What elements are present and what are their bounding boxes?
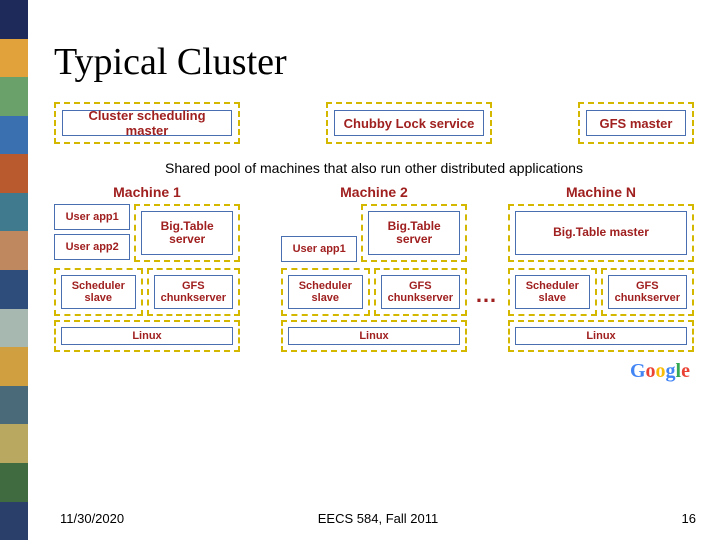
machine-1-apps: User app1 User app2 Big.Table server <box>54 204 240 262</box>
gfs-chunkserver-box: GFS chunkserver <box>381 275 460 309</box>
machine-n: Machine N Big.Table master Scheduler sla… <box>508 184 694 352</box>
machine-1-label: Machine 1 <box>113 184 181 200</box>
master-services-row: Cluster scheduling master Chubby Lock se… <box>54 102 694 144</box>
gfs-master-group: GFS master <box>578 102 694 144</box>
shared-pool-caption: Shared pool of machines that also run ot… <box>54 160 694 176</box>
machines-row: Machine 1 User app1 User app2 Big.Table … <box>54 184 694 352</box>
user-app1-box: User app1 <box>281 236 357 262</box>
cluster-diagram: Cluster scheduling master Chubby Lock se… <box>54 102 694 383</box>
machine-n-apps: Big.Table master <box>508 204 694 262</box>
cluster-scheduling-master-box: Cluster scheduling master <box>62 110 232 136</box>
left-accent-stripes <box>0 0 28 540</box>
gfs-chunkserver-box: GFS chunkserver <box>608 275 687 309</box>
cluster-scheduler-group: Cluster scheduling master <box>54 102 240 144</box>
chubby-group: Chubby Lock service <box>326 102 492 144</box>
google-logo: Google <box>630 360 690 383</box>
bigtable-server-box: Big.Table server <box>141 211 233 255</box>
linux-box: Linux <box>61 327 233 345</box>
machine-2: Machine 2 User app1 Big.Table server Sch… <box>281 184 467 352</box>
user-app1-box: User app1 <box>54 204 130 230</box>
slide-title: Typical Cluster <box>54 40 694 84</box>
machine-2-label: Machine 2 <box>340 184 408 200</box>
linux-box: Linux <box>288 327 460 345</box>
machine-1: Machine 1 User app1 User app2 Big.Table … <box>54 184 240 352</box>
scheduler-slave-box: Scheduler slave <box>515 275 590 309</box>
logo-row: Google <box>54 360 694 383</box>
gfs-master-box: GFS master <box>586 110 686 136</box>
slide-footer: 11/30/2020 EECS 584, Fall 2011 16 <box>60 511 696 526</box>
user-app2-box: User app2 <box>54 234 130 260</box>
bigtable-master-box: Big.Table master <box>515 211 687 255</box>
footer-course: EECS 584, Fall 2011 <box>60 511 696 526</box>
scheduler-slave-box: Scheduler slave <box>288 275 363 309</box>
linux-box: Linux <box>515 327 687 345</box>
ellipsis: … <box>475 282 498 308</box>
chubby-lock-service-box: Chubby Lock service <box>334 110 484 136</box>
machine-2-apps: User app1 Big.Table server <box>281 204 467 262</box>
machine-n-label: Machine N <box>566 184 636 200</box>
content-area: Typical Cluster Cluster scheduling maste… <box>28 0 720 540</box>
bigtable-server-box: Big.Table server <box>368 211 460 255</box>
gfs-chunkserver-box: GFS chunkserver <box>154 275 233 309</box>
slide: Typical Cluster Cluster scheduling maste… <box>0 0 720 540</box>
scheduler-slave-box: Scheduler slave <box>61 275 136 309</box>
